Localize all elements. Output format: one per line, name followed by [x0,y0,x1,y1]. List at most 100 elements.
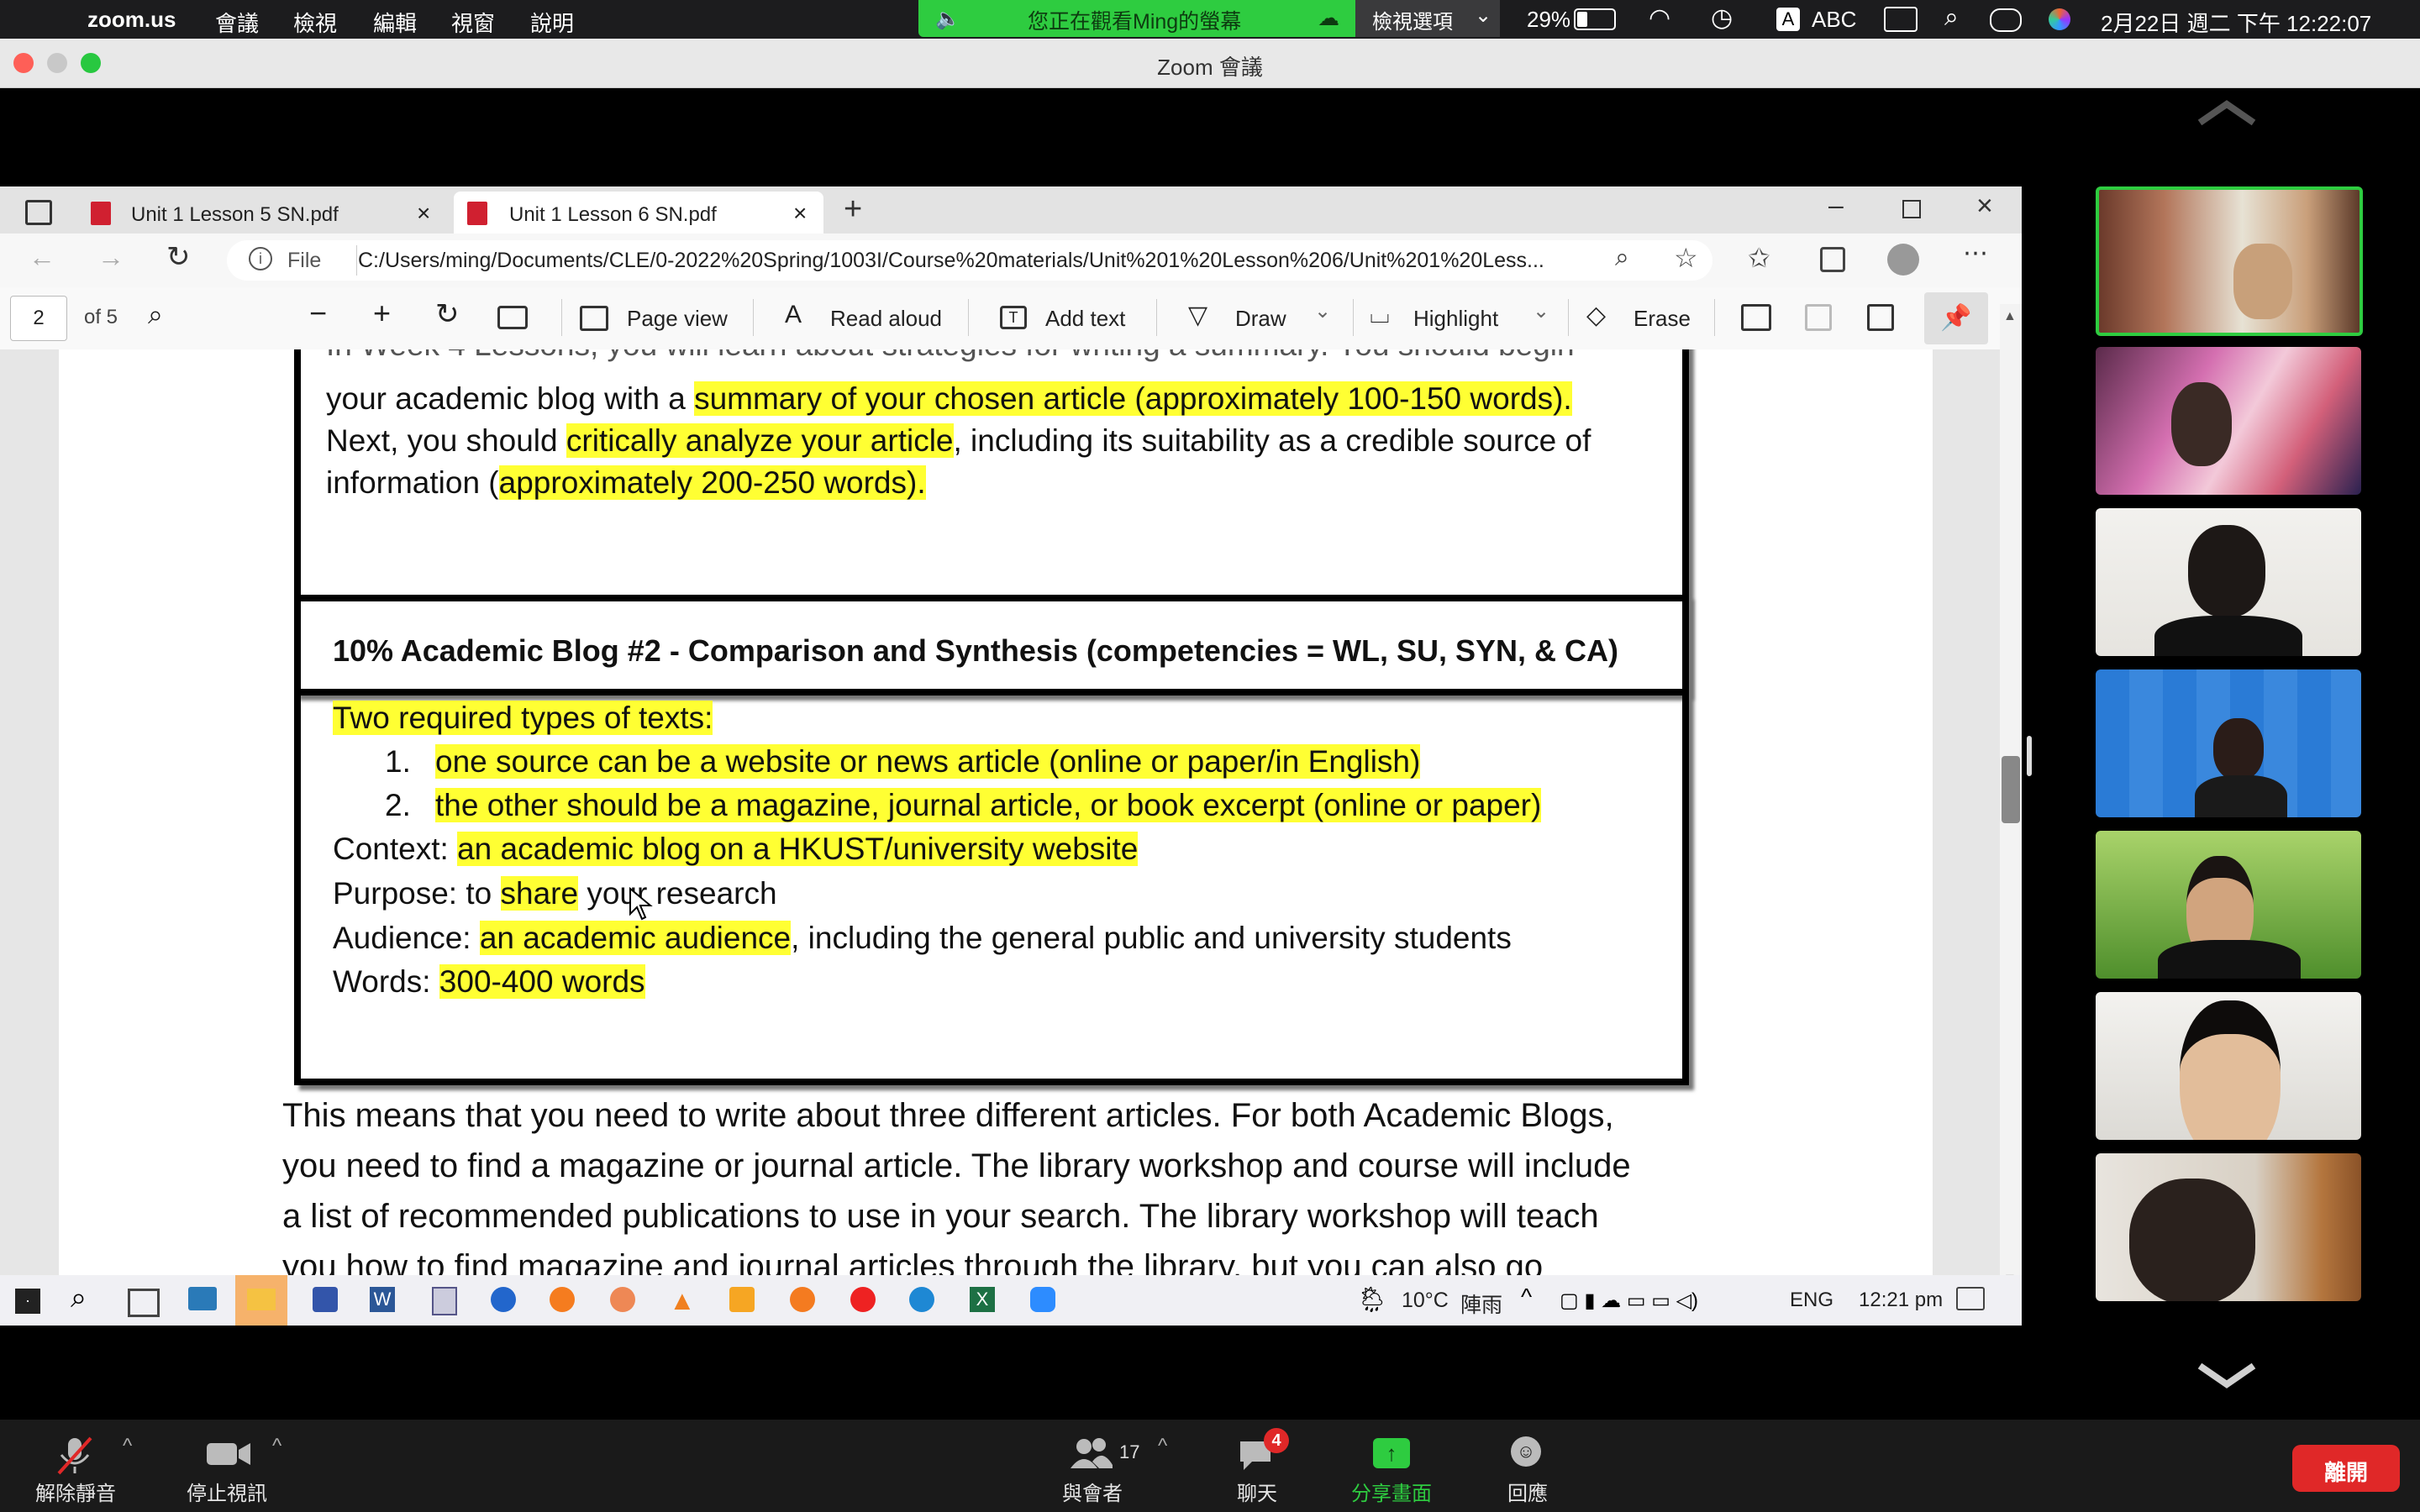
participants-button[interactable]: 17 與會者 [1050,1420,1151,1512]
chevron-down-icon[interactable]: ⌄ [1533,299,1549,323]
profile-avatar[interactable] [1887,244,1919,276]
siri-icon[interactable] [2049,8,2070,30]
back-icon[interactable]: ← [29,242,55,273]
zoom-icon[interactable]: ⌕ [1615,244,1629,272]
refresh-icon[interactable]: ↻ [166,240,191,274]
search-icon[interactable]: ⌕ [1944,3,1959,32]
close-tab-icon[interactable]: × [417,200,430,227]
chevron-up-icon[interactable]: ^ [272,1435,281,1458]
menu-window[interactable]: 視窗 [451,7,495,38]
highlight-button[interactable]: ⌴ Highlight ⌄ [1370,287,1555,349]
notifications-icon[interactable] [1956,1287,1985,1310]
info-icon[interactable]: i [249,247,272,270]
rotate-icon[interactable]: ↻ [435,297,460,331]
find-icon[interactable]: ⌕ [148,299,163,331]
fit-page-icon[interactable] [497,306,528,329]
forward-icon[interactable]: → [97,242,124,273]
calculator-icon[interactable] [432,1287,457,1315]
pin-toolbar-icon[interactable]: 📌 [1924,292,1988,344]
more-icon[interactable]: ⋯ [1963,239,1988,268]
participant-video[interactable] [2096,992,2361,1140]
tab-actions-icon[interactable] [25,200,52,225]
panel-resize-handle[interactable] [2027,736,2032,776]
app-icon[interactable] [610,1287,635,1312]
menu-help[interactable]: 說明 [530,7,574,38]
vlc-icon[interactable]: ▲ [669,1285,696,1316]
add-text-button[interactable]: T Add text [1000,287,1143,349]
firefox-icon[interactable] [550,1287,575,1312]
stop-video-button[interactable]: 停止視訊 [176,1420,277,1512]
pdf-scrollbar[interactable]: ▲ ▼ [2000,304,2022,1294]
erase-button[interactable]: ◇ Erase [1586,287,1721,349]
participant-video[interactable] [2096,1153,2361,1301]
participant-video[interactable] [2096,669,2361,817]
tray-icons[interactable]: ▢ ▮ ☁ ▭ ▭ ◁) [1560,1289,1698,1313]
save-as-icon[interactable] [1867,304,1894,331]
app-icon[interactable] [729,1287,755,1312]
view-options-button[interactable]: 檢視選項 ⌄ [1355,0,1500,37]
scroll-up-icon[interactable]: ▲ [2003,309,2017,324]
avast-icon[interactable] [790,1287,815,1312]
page-number-input[interactable]: 2 [10,296,67,341]
tab-lesson6[interactable]: Unit 1 Lesson 6 SN.pdf × [454,192,823,234]
word-icon[interactable]: W [370,1287,395,1312]
chevron-up-icon[interactable]: ^ [123,1435,132,1458]
search-icon[interactable]: ⌕ [71,1282,87,1315]
gallery-up-arrow[interactable] [2195,99,2259,128]
collections-icon[interactable] [1820,247,1845,272]
participant-video[interactable] [2096,347,2361,495]
menu-edit[interactable]: 編輯 [373,7,417,38]
url-field[interactable]: i File C:/Users/ming/Documents/CLE/0-202… [227,240,1712,281]
menu-meeting[interactable]: 會議 [215,7,259,38]
app-icon[interactable] [313,1287,338,1312]
leave-button[interactable]: 離開 [2292,1445,2400,1492]
add-favorite-icon[interactable]: ☆ [1674,242,1698,274]
unmute-button[interactable]: 解除靜音 [25,1420,126,1512]
minimize-icon[interactable]: – [1828,190,1844,221]
excel-icon[interactable]: X [970,1287,995,1312]
windows-start-icon[interactable] [15,1289,40,1314]
input-source-icon[interactable]: A [1776,8,1800,31]
app-icon[interactable] [850,1287,876,1312]
control-center-icon[interactable] [1990,8,2022,32]
chevron-up-icon[interactable]: ^ [1521,1284,1532,1310]
restore-icon[interactable] [1902,200,1921,218]
read-aloud-button[interactable]: A Read aloud [785,287,953,349]
input-language[interactable]: ENG [1790,1289,1833,1312]
save-icon[interactable] [1805,304,1832,331]
chevron-up-icon[interactable]: ^ [1158,1435,1167,1458]
print-icon[interactable] [1741,304,1771,331]
chat-button[interactable]: 4 聊天 [1215,1420,1299,1512]
gallery-down-arrow[interactable] [2195,1361,2259,1389]
participant-video[interactable] [2096,508,2361,656]
weather-icon[interactable]: 🌦 [1356,1285,1388,1315]
reactions-button[interactable]: ☺ 回應 [1486,1420,1570,1512]
scrollbar-thumb[interactable] [2002,756,2020,823]
app-menu[interactable]: zoom.us [87,7,176,33]
favorites-icon[interactable]: ✩ [1748,242,1770,274]
zoom-in-icon[interactable]: + [373,296,391,331]
app-icon-pc[interactable] [188,1287,217,1310]
edge-icon[interactable] [909,1287,934,1312]
file-explorer-icon[interactable] [235,1275,287,1326]
new-tab-icon[interactable]: + [844,192,862,228]
time-machine-icon[interactable]: ◷ [1711,3,1733,33]
close-tab-icon[interactable]: × [793,200,807,227]
task-view-icon[interactable] [128,1289,160,1317]
tab-lesson5[interactable]: Unit 1 Lesson 5 SN.pdf × [81,192,445,234]
keyboard-icon[interactable] [1884,7,1918,32]
taskbar-clock[interactable]: 12:21 pm [1859,1289,1943,1312]
share-screen-button[interactable]: ↑ 分享畫面 [1339,1420,1444,1512]
page-view-button[interactable]: Page view [580,287,731,349]
participant-video[interactable] [2096,831,2361,979]
close-browser-icon[interactable]: × [1976,190,1993,223]
chevron-down-icon[interactable]: ⌄ [1314,299,1331,323]
zoom-out-icon[interactable]: − [309,296,327,331]
zoom-app-icon[interactable] [1030,1287,1055,1312]
app-icon[interactable] [491,1287,516,1312]
menu-view[interactable]: 檢視 [293,7,337,38]
wifi-icon[interactable]: ◠ [1649,3,1670,33]
battery-icon[interactable] [1574,8,1616,30]
draw-button[interactable]: ▽ Draw ⌄ [1188,287,1339,349]
participant-video-active[interactable] [2096,186,2363,336]
